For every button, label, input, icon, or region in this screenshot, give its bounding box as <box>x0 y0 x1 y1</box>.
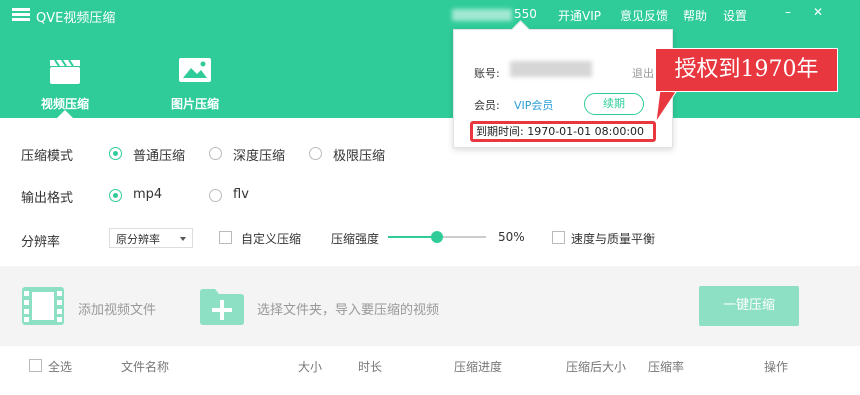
compress-strength-slider[interactable] <box>388 231 486 243</box>
select-all-checkbox[interactable] <box>29 359 42 372</box>
mode-normal-radio[interactable] <box>109 147 122 160</box>
resolution-select-value: 原分辨率 <box>116 233 160 246</box>
slider-fill <box>388 236 437 238</box>
select-all-label[interactable]: 全选 <box>48 358 72 375</box>
app-title: QVE视频压缩 <box>36 11 116 26</box>
one-click-compress-button[interactable]: 一键压缩 <box>699 286 799 326</box>
add-video-file-link[interactable]: 添加视频文件 <box>78 299 156 318</box>
masked-account-prefix <box>452 8 512 21</box>
resolution-label: 分辨率 <box>21 235 61 250</box>
compress-strength-value: 50% <box>498 230 525 244</box>
settings-link[interactable]: 设置 <box>723 7 747 24</box>
format-mp4-radio[interactable] <box>109 189 122 202</box>
chevron-down-icon <box>180 237 186 241</box>
account-number[interactable]: 550 <box>452 7 537 21</box>
col-filename: 文件名称 <box>121 360 170 374</box>
col-compress-ratio: 压缩率 <box>648 360 685 374</box>
speed-quality-label[interactable]: 速度与质量平衡 <box>571 230 655 247</box>
close-button[interactable]: ✕ <box>808 5 828 23</box>
col-size: 大小 <box>298 360 323 374</box>
masked-account <box>510 61 592 77</box>
compress-strength-label: 压缩强度 <box>331 232 380 246</box>
film-strip-icon[interactable] <box>21 286 65 326</box>
logout-link[interactable]: 退出 <box>632 65 654 81</box>
vip-member-link[interactable]: VIP会员 <box>514 97 553 113</box>
folder-add-icon[interactable] <box>199 286 245 326</box>
tab-image-compress[interactable]: 图片压缩 <box>150 50 240 118</box>
tab-video-compress-label: 视频压缩 <box>40 97 89 111</box>
account-number-suffix: 550 <box>514 7 537 21</box>
expire-time: 到期时间: 1970-01-01 08:00:00 <box>470 121 656 142</box>
col-compressed-size: 压缩后大小 <box>566 360 627 374</box>
resolution-select[interactable]: 原分辨率 <box>109 228 193 248</box>
slider-thumb[interactable] <box>431 231 443 243</box>
annotation-callout: 授权到1970年 <box>655 48 838 92</box>
format-flv-label[interactable]: flv <box>233 187 249 202</box>
format-mp4-label[interactable]: mp4 <box>133 187 162 202</box>
col-duration: 时长 <box>358 360 383 374</box>
compress-mode-label: 压缩模式 <box>21 149 74 164</box>
minimize-button[interactable]: – <box>778 5 798 23</box>
app-logo-icon <box>12 8 30 21</box>
mode-extreme-label[interactable]: 极限压缩 <box>333 145 385 164</box>
member-label: 会员: <box>474 99 500 112</box>
account-label: 账号: <box>474 67 500 80</box>
output-format-label: 输出格式 <box>21 191 74 206</box>
custom-compress-checkbox[interactable] <box>219 231 232 244</box>
mode-deep-label[interactable]: 深度压缩 <box>233 145 285 164</box>
custom-compress-label[interactable]: 自定义压缩 <box>241 230 301 247</box>
col-progress: 压缩进度 <box>454 360 503 374</box>
tab-video-compress[interactable]: 视频压缩 <box>20 50 110 118</box>
mode-normal-label[interactable]: 普通压缩 <box>133 145 185 164</box>
account-popup: 账号: 退出 会员: VIP会员 续期 到期时间: 1970-01-01 08:… <box>453 29 673 148</box>
mode-deep-radio[interactable] <box>209 147 222 160</box>
speed-quality-checkbox[interactable] <box>552 231 565 244</box>
feedback-link[interactable]: 意见反馈 <box>620 7 668 24</box>
mode-extreme-radio[interactable] <box>309 147 322 160</box>
select-folder-link[interactable]: 选择文件夹，导入要压缩的视频 <box>257 299 439 318</box>
format-flv-radio[interactable] <box>209 189 222 202</box>
open-vip-link[interactable]: 开通VIP <box>558 7 601 24</box>
clapperboard-icon <box>50 59 80 84</box>
renew-button[interactable]: 续期 <box>584 93 644 115</box>
col-actions: 操作 <box>764 360 789 374</box>
tab-image-compress-label: 图片压缩 <box>170 97 219 111</box>
title-bar: QVE视频压缩 550 开通VIP 意见反馈 帮助 设置 – ✕ <box>0 0 860 30</box>
help-link[interactable]: 帮助 <box>683 7 707 24</box>
image-icon <box>179 58 211 82</box>
